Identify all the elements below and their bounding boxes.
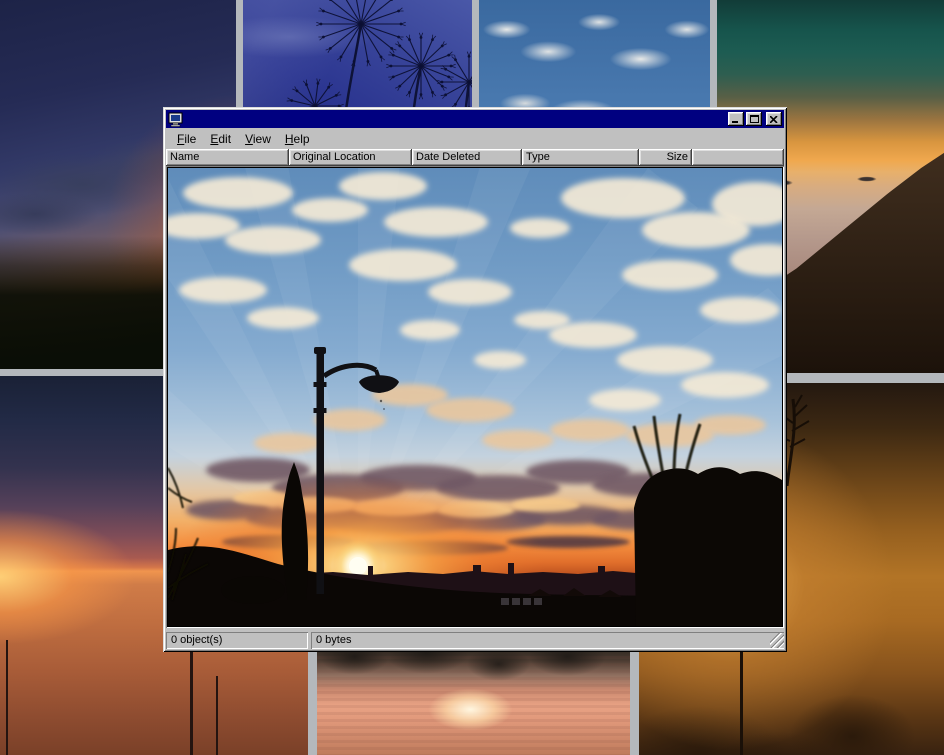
recycle-bin-window: File Edit View Help Name Original Locati…	[163, 107, 787, 652]
water-pole	[6, 640, 8, 755]
menu-bar: File Edit View Help	[166, 128, 784, 149]
water-pole	[190, 648, 193, 755]
window-titlebar[interactable]	[166, 110, 784, 128]
close-button[interactable]	[766, 112, 782, 126]
column-header-original-location[interactable]: Original Location	[289, 149, 412, 166]
resize-grip[interactable]	[770, 633, 784, 648]
water-pole	[216, 676, 218, 755]
maximize-icon	[750, 115, 759, 123]
column-header-date-deleted[interactable]: Date Deleted	[412, 149, 522, 166]
computer-icon	[168, 111, 184, 127]
minimize-button[interactable]	[728, 112, 744, 126]
column-headers: Name Original Location Date Deleted Type…	[166, 149, 784, 166]
minimize-icon	[732, 116, 740, 123]
column-header-name[interactable]: Name	[166, 149, 289, 166]
column-header-size[interactable]: Size	[639, 149, 692, 166]
sunset-lamp-photo	[168, 168, 782, 626]
close-icon	[770, 116, 778, 123]
status-byte-count: 0 bytes	[311, 632, 784, 649]
menu-help[interactable]: Help	[278, 131, 317, 148]
column-header-filler	[692, 149, 784, 166]
column-header-type[interactable]: Type	[522, 149, 639, 166]
maximize-button[interactable]	[746, 112, 762, 126]
menu-edit[interactable]: Edit	[203, 131, 238, 148]
status-object-count: 0 object(s)	[166, 632, 308, 649]
desktop-wallpaper: File Edit View Help Name Original Locati…	[0, 0, 944, 755]
menu-view[interactable]: View	[238, 131, 278, 148]
status-bar: 0 object(s) 0 bytes	[166, 628, 784, 649]
list-viewport-sunset-photo[interactable]	[166, 166, 784, 628]
menu-file[interactable]: File	[170, 131, 203, 148]
